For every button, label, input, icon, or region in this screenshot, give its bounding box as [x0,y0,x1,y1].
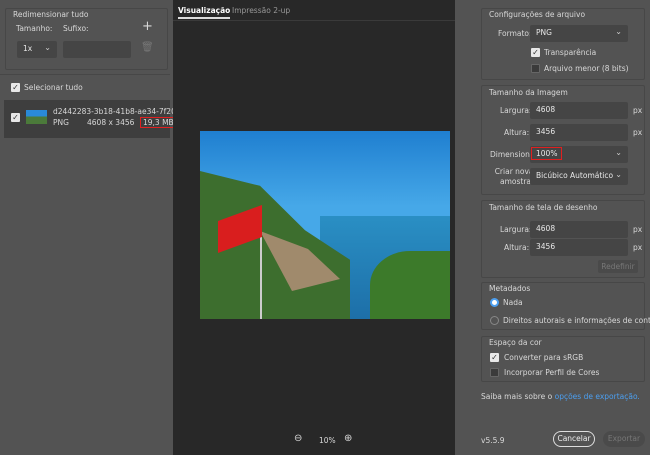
file-name: d2442283-3b18-41b8-ae34-7f20ef2 [53,107,188,116]
canvas-width-input[interactable]: 4608 [530,221,628,238]
resample-select[interactable]: Bicúbico Automático ⌄ [530,168,628,185]
resize-all-title: Redimensionar tudo [13,10,89,19]
tab-preview[interactable]: Visualização [178,6,231,19]
select-all-checkbox[interactable]: ✓ [11,83,20,92]
width-label: Largura: [500,106,532,115]
format-select[interactable]: PNG ⌄ [530,25,628,42]
meta-none-radio[interactable] [490,298,499,307]
preview-panel: Visualização Impressão 2-up ⊖ 10% ⊕ [173,0,455,455]
width-unit: px [633,106,643,115]
tab-print-2up[interactable]: Impressão 2-up [232,6,290,15]
format-label: Formato: [498,29,532,38]
suffix-input[interactable] [63,41,131,58]
width-input[interactable]: 4608 [530,102,628,119]
export-button[interactable]: Exportar [603,431,645,447]
canvas-width-label: Largura: [500,225,532,234]
canvas-height-unit: px [633,243,643,252]
chevron-down-icon: ⌄ [615,148,622,157]
divider [0,74,170,75]
canvas-height-input[interactable]: 3456 [530,239,628,256]
trash-icon[interactable]: 🗑 [141,42,154,53]
scale-select[interactable]: 100% ⌄ [530,146,628,163]
zoom-out-icon[interactable]: ⊖ [294,433,302,444]
preview-image [200,131,450,319]
canvas-height-label: Altura: [504,243,530,252]
chevron-down-icon: ⌄ [615,27,622,36]
chevron-down-icon: ⌄ [44,43,51,52]
select-all-label: Selecionar tudo [24,83,83,92]
meta-copyright-label: Direitos autorais e informações de conta… [503,316,650,325]
plus-icon[interactable]: + [142,19,153,34]
zoom-level: 10% [319,436,336,445]
file-checkbox[interactable]: ✓ [11,113,20,122]
smaller-file-checkbox[interactable] [531,64,540,73]
convert-srgb-checkbox[interactable]: ✓ [490,353,499,362]
color-space-title: Espaço da cor [489,338,542,347]
transparency-checkbox[interactable]: ✓ [531,48,540,57]
file-size: 19,3 MB [140,117,177,128]
export-options-link[interactable]: opções de exportação. [555,392,640,401]
embed-profile-label: Incorporar Perfil de Cores [504,368,600,377]
metadata-title: Metadados [489,284,531,293]
height-label: Altura: [504,128,530,137]
smaller-file-label: Arquivo menor (8 bits) [544,64,629,73]
chevron-down-icon: ⌄ [615,170,622,179]
image-size-title: Tamanho da Imagem [489,88,568,97]
file-thumbnail [26,110,47,124]
reset-button[interactable]: Redefinir [598,260,638,273]
meta-copyright-radio[interactable] [490,316,499,325]
canvas-size-title: Tamanho de tela de desenho [489,203,598,212]
file-settings-title: Configurações de arquivo [489,10,586,19]
file-format: PNG [53,118,69,127]
size-label: Tamanho: [16,24,53,33]
file-dimensions: 4608 x 3456 [87,118,135,127]
transparency-label: Transparência [544,48,597,57]
height-unit: px [633,128,643,137]
resample-label: Criar nova amostra: [494,167,534,186]
convert-srgb-label: Converter para sRGB [504,353,584,362]
size-select[interactable]: 1x ⌄ [17,41,57,58]
embed-profile-checkbox[interactable] [490,368,499,377]
zoom-in-icon[interactable]: ⊕ [344,433,352,444]
version-label: v5.5.9 [481,436,505,445]
tab-divider [173,20,455,21]
file-list-item[interactable]: ✓ d2442283-3b18-41b8-ae34-7f20ef2 PNG 46… [4,100,188,138]
meta-none-label: Nada [503,298,523,307]
suffix-label: Sufixo: [63,24,89,33]
cancel-button[interactable]: Cancelar [553,431,595,447]
learn-more-text: Saiba mais sobre o opções de exportação. [481,392,640,401]
height-input[interactable]: 3456 [530,124,628,141]
canvas-width-unit: px [633,225,643,234]
